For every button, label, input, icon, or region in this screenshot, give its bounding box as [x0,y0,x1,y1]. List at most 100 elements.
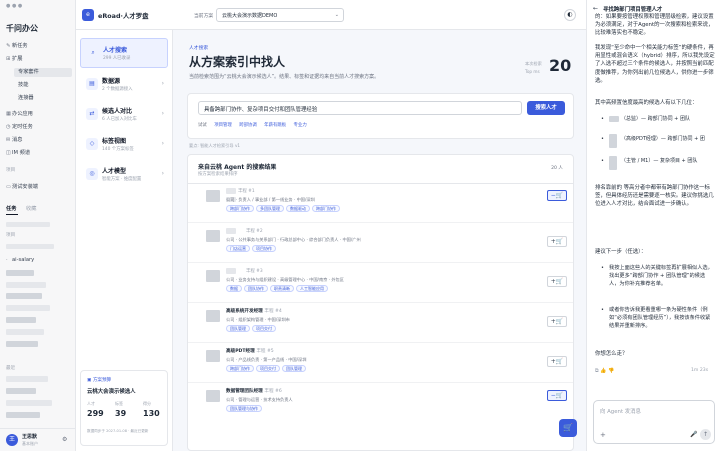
nav-talent-search[interactable]: ⌕ 人才搜索 299 人已收录 [80,38,168,68]
search-button[interactable]: 搜索人才 [527,101,565,115]
results-panel: 来自云桃 Agent 的搜索结果 按方案检索结果排序 20 人 丰程 #1 公司… [187,154,574,451]
add-to-cart-button[interactable]: +🛒 [547,276,567,287]
sidebar-item-office-apps[interactable]: ▦办公应用 [6,110,33,119]
redacted-text [6,222,50,227]
hint-chip[interactable]: 专业力 [294,123,307,128]
chevron-right-icon: › [161,80,164,87]
tag-list: 团队管理 项目交付 [226,325,278,332]
table-row[interactable]: 高级PDT经理 丰程 #5 公司 · 产品线负责 · 第一产品线 · 中国/深圳… [188,344,573,383]
tag-list: 跨部门协作 多团队管理 数据驱动 跨部门协作 [226,205,342,212]
redacted-text [6,376,48,382]
sidebar-item-new-task[interactable]: ✎ 新任务 [6,42,28,51]
section-project: 项目 [6,168,16,173]
task-item-ai-salary[interactable]: · ai-salary [6,256,34,265]
model-icon: ◎ [86,168,98,180]
refresh-note: 要点: 智能人才检索引导 v1 [189,143,241,148]
bullet-item: • [601,307,604,313]
sidebar-item-messages[interactable]: ✉ 消息 [6,136,22,145]
chevron-right-icon: › [161,170,164,177]
add-to-cart-button[interactable]: +🛒 [547,356,567,367]
nav-compare[interactable]: ⇄ 候选人对比 6 人已加入对比车 › [80,100,168,130]
agent-chat-panel: ← 寻找跨部门项目管理人才 的：如果要按管理权限和管理层级检索，建议设置为必须满… [586,0,720,451]
cart-icon: 🛒 [563,423,573,432]
scheme-card: ▣ 方案预算 云桃大会演示候选人 人才 标签 得分 299 39 130 数据同… [80,370,168,446]
stat-score: 130 [143,409,160,418]
scheme-select[interactable]: 云桃大会演示数据DEMO ⌄ [216,8,344,22]
candidate-score: 丰程 #1 [238,189,255,194]
tab-favorites[interactable]: 收藏 [26,205,36,214]
redacted-text [6,305,50,311]
search-panel: 具备跨部门协作、复杂项目交付和团队管理经验 搜索人才 试试 项目管理 跨部协调 … [187,93,574,139]
scheme-label: 当前方案 [194,14,214,19]
chat-question: 你想怎么走？ [595,351,628,357]
chat-input-box[interactable]: 向 Agent 发消息 + 🎤 ↑ [593,400,715,444]
search-input[interactable]: 具备跨部门协作、复杂项目交付和团队管理经验 [198,101,522,115]
message-actions[interactable]: ⧉ 👍 👎 [595,368,614,374]
table-row[interactable]: 丰程 #1 公司 · 负责人 / 事业部 / 第一线业务 · 中国/深圳 跨部门… [188,184,573,223]
user-panel[interactable]: 王 王思默 基本账户 ⚙ [0,428,76,451]
table-row[interactable]: 丰程 #2 公司 · 公共事务与关系部门 · 行政总部中心 · 综合部门负责人 … [188,224,573,263]
thumbs-down-icon[interactable]: 👎 [608,368,614,374]
redacted-text [226,188,236,194]
avatar [206,310,220,322]
hint-chip[interactable]: 年薪有跳板 [264,123,286,128]
sidebar-item-expert-suite[interactable]: 专家套件 [14,68,72,77]
sidebar-item-scheduled[interactable]: ◷定时任务 [6,123,33,132]
gear-icon[interactable]: ⚙ [62,436,67,443]
bullet-item: • [601,136,604,142]
chevron-right-icon: › [161,110,164,117]
sidebar-item-extensions[interactable]: ⊞ 扩展 [6,55,22,64]
add-to-cart-button[interactable]: −🛒 [547,190,567,201]
candidate-meta: 公司 · 组织架构管理 · 中国/深圳市 [226,317,290,322]
sidebar-item-im[interactable]: ◫IM 频道 [6,149,30,158]
avatar [206,390,220,402]
stat-tags: 39 [115,409,127,418]
tag-list: 门店运营 项目协作 [226,245,278,252]
chat-input[interactable]: 向 Agent 发消息 [600,407,641,415]
page-title: 从方案索引中找人 [189,55,286,69]
hint-chip[interactable]: 项目管理 [214,123,232,128]
bullet-item: • [601,116,604,122]
table-row[interactable]: 数据管理团队经理 丰程 #6 公司 · 管理与运营 · 技术支持负责人 团队管理… [188,384,573,423]
tab-tasks[interactable]: 任务 [6,205,16,214]
user-sub: 基本账户 [22,441,38,446]
sidebar-item-connectors[interactable]: 连接器 [18,94,34,103]
chat-paragraph: 排名靠前的 等高分者中都带有跨部门协作这一标签，但具体经历还是需要逐一核实。建议… [595,185,714,208]
table-row[interactable]: 丰程 #3 公司 · 业务支持与组织建设 · 高级管理中心 · 中国/南京 · … [188,264,573,303]
result-count: 20 [549,56,572,75]
redacted-text [6,270,34,276]
hint-chip[interactable]: 跨部协调 [239,123,257,128]
back-icon[interactable]: ← [593,5,598,12]
plus-icon[interactable]: + [600,431,606,439]
table-row[interactable]: 高级系统开发经理 丰程 #4 公司 · 组织架构管理 · 中国/深圳市 团队管理… [188,304,573,343]
add-to-cart-button[interactable]: +🛒 [547,236,567,247]
section-recent: 最近 [6,366,16,371]
add-to-cart-button[interactable]: +🛒 [547,316,567,327]
avatar [206,270,220,282]
candidate-title: 高级系统开发经理 丰程 #4 [226,309,282,314]
copy-icon[interactable]: ⧉ [595,368,599,374]
page-desc: 当前检索范围为“云桃大会演示候选人”。结果、标签和证据均来自当前人才搜索方案。 [189,74,380,80]
redacted-text [609,156,617,170]
results-sub: 按方案检索结果排序 [198,172,238,177]
theme-toggle-icon[interactable]: ◐ [564,9,576,21]
mic-icon[interactable]: 🎤 [690,431,697,438]
add-to-cart-button[interactable]: −🛒 [547,390,567,401]
window-controls[interactable]: ● ● ● [6,3,22,9]
nav-tag-view[interactable]: ◇ 标签视图 140 个方案标签 › [80,130,168,160]
user-name: 王思默 [22,434,38,440]
brand-name: eRoad·人才罗盘 [98,12,149,20]
chat-paragraph: 其中高频置信度最高的候选人有以下几位： [595,100,698,106]
group-label: 项目 [6,233,16,238]
sidebar-item-skills[interactable]: 技能 [18,81,28,90]
nav-talent-model[interactable]: ◎ 人才模型 智能方案 · 维度配置 › [80,160,168,190]
candidate-meta: 公司 · 产品线负责 · 第一产品线 · 中国/深圳 [226,357,307,362]
stat-talent: 299 [87,409,104,418]
thumbs-up-icon[interactable]: 👍 [600,368,606,374]
project-item[interactable]: ▭测试安装端 [6,183,38,192]
compare-cart-fab[interactable]: 🛒 [559,419,577,437]
message-time: 1m 23s [691,368,709,373]
redacted-text [6,341,38,347]
send-icon[interactable]: ↑ [700,429,711,440]
nav-data-source[interactable]: ▤ 数据源 2 个数据源接入 › [80,70,168,100]
